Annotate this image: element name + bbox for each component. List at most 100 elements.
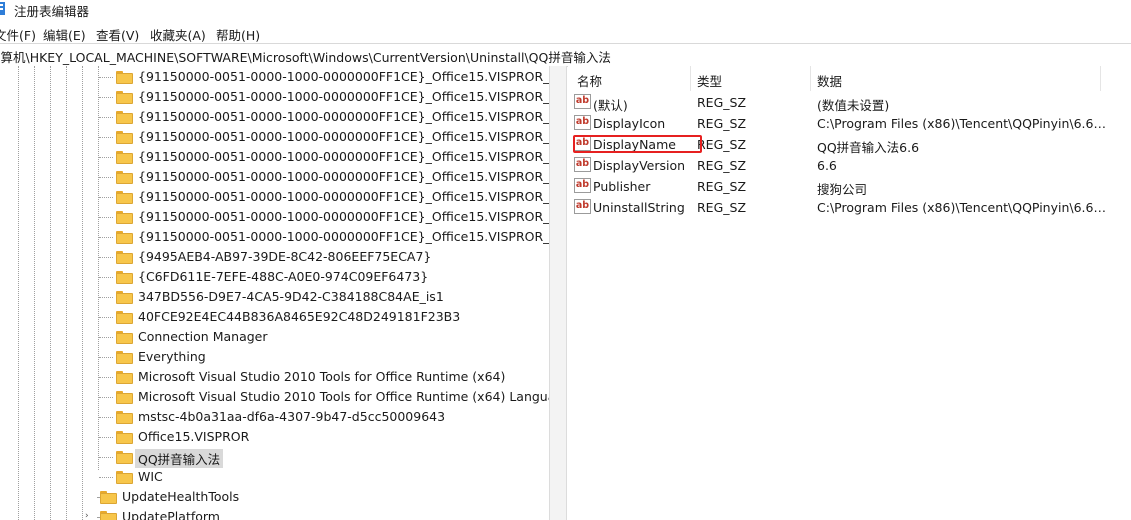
menu-bar: 文件(F) 编辑(E) 查看(V) 收藏夹(A) 帮助(H) [0, 21, 1131, 43]
key-tree[interactable]: {91150000-0051-0000-1000-0000000FF1CE}_O… [0, 66, 549, 520]
tree-item-label: {91150000-0051-0000-1000-0000000FF1CE}_O… [138, 89, 549, 104]
tree-connector [99, 77, 113, 78]
tree-connector [99, 337, 113, 338]
tree-connector [99, 237, 113, 238]
folder-icon [116, 311, 133, 324]
highlight-annotation-box [573, 135, 702, 153]
address-path[interactable]: 计算机\HKEY_LOCAL_MACHINE\SOFTWARE\Microsof… [0, 47, 611, 66]
folder-icon [116, 291, 133, 304]
folder-icon [116, 431, 133, 444]
tree-connector [99, 257, 113, 258]
value-row[interactable]: ab DisplayIcon REG_SZ C:\Program Files (x86… [568, 113, 1131, 134]
tree-guide-line [50, 66, 51, 520]
column-data[interactable]: 数据 [817, 71, 842, 90]
tree-connector [97, 497, 99, 498]
tree-guide-line [82, 66, 83, 520]
value-type: REG_SZ [697, 200, 747, 215]
tree-connector [99, 277, 113, 278]
tree-guide-line [66, 66, 67, 520]
tree-item-label: Connection Manager [138, 329, 268, 344]
tree-guide-line [18, 66, 19, 520]
value-type: REG_SZ [697, 158, 747, 173]
column-separator[interactable] [810, 66, 811, 91]
folder-icon [116, 471, 133, 484]
tree-connector [99, 397, 113, 398]
folder-icon [116, 351, 133, 364]
tree-item-label: {91150000-0051-0000-1000-0000000FF1CE}_O… [138, 169, 549, 184]
value-row[interactable]: ab DisplayVersion REG_SZ 6.6 [568, 155, 1131, 176]
column-separator[interactable] [690, 66, 691, 91]
value-name: UninstallString [593, 200, 685, 215]
tree-item-label: {91150000-0051-0000-1000-0000000FF1CE}_O… [138, 189, 549, 204]
folder-icon [116, 151, 133, 164]
folder-icon [116, 111, 133, 124]
tree-item-label: Office15.VISPROR [138, 429, 250, 444]
expand-chevron-icon[interactable]: › [85, 512, 94, 520]
tree-connector [99, 117, 113, 118]
column-name[interactable]: 名称 [577, 71, 602, 90]
value-data: C:\Program Files (x86)\Tencent\QQPinyin\… [817, 116, 1107, 131]
values-list[interactable]: 名称 类型 数据 ab (默认) REG_SZ (数值未设置) ab DisplayIco… [568, 66, 1131, 520]
menu-edit[interactable]: 编辑(E) [43, 25, 86, 44]
folder-icon [116, 71, 133, 84]
string-value-icon: ab [574, 94, 591, 109]
tree-item-label: UpdateHealthTools [122, 489, 240, 504]
tree-guide-line [34, 66, 35, 520]
folder-icon [116, 411, 133, 424]
value-type: REG_SZ [697, 179, 747, 194]
value-type: REG_SZ [697, 95, 747, 110]
tree-item-label: {91150000-0051-0000-1000-0000000FF1CE}_O… [138, 109, 549, 124]
tree-connector [99, 177, 113, 178]
folder-icon [116, 451, 133, 464]
tree-connector [99, 97, 113, 98]
title-bar: 注册表编辑器 [0, 0, 1131, 21]
tree-item-label: UpdatePlatform [122, 509, 220, 520]
menu-view[interactable]: 查看(V) [96, 25, 139, 44]
menu-favorites[interactable]: 收藏夹(A) [150, 25, 206, 44]
tree-connector [99, 437, 113, 438]
tree-item-label: {91150000-0051-0000-1000-0000000FF1CE}_O… [138, 209, 549, 224]
folder-icon [116, 191, 133, 204]
string-value-icon: ab [574, 178, 591, 193]
pane-splitter[interactable] [549, 66, 567, 520]
string-value-icon: ab [574, 199, 591, 214]
menu-file[interactable]: 文件(F) [0, 25, 36, 44]
tree-connector [99, 357, 113, 358]
folder-icon [116, 371, 133, 384]
tree-item-label: Everything [138, 349, 206, 364]
tree-connector [99, 457, 113, 458]
value-name: (默认) [593, 98, 628, 113]
value-data: QQ拼音输入法6.6 [817, 140, 920, 155]
tree-guide-line [98, 66, 99, 470]
column-separator[interactable] [1100, 66, 1101, 91]
folder-icon [116, 251, 133, 264]
value-row[interactable]: ab (默认) REG_SZ (数值未设置) [568, 92, 1131, 113]
folder-icon [116, 391, 133, 404]
value-type: REG_SZ [697, 116, 747, 131]
value-row[interactable]: ab UninstallString REG_SZ C:\Program Files … [568, 197, 1131, 218]
column-type[interactable]: 类型 [697, 71, 722, 90]
tree-item-label: {C6FD611E-7EFE-488C-A0E0-974C09EF6473} [138, 269, 429, 284]
address-bar[interactable]: 计算机\HKEY_LOCAL_MACHINE\SOFTWARE\Microsof… [0, 43, 1131, 67]
tree-item-label: Microsoft Visual Studio 2010 Tools for O… [138, 369, 506, 384]
tree-item-label: 347BD556-D9E7-4CA5-9D42-C384188C84AE_is1 [138, 289, 444, 304]
tree-item-label: {91150000-0051-0000-1000-0000000FF1CE}_O… [138, 229, 549, 244]
tree-connector [99, 197, 113, 198]
value-data: C:\Program Files (x86)\Tencent\QQPinyin\… [817, 200, 1107, 215]
value-name: Publisher [593, 179, 651, 194]
value-data: 搜狗公司 [817, 182, 868, 197]
value-row[interactable]: ab Publisher REG_SZ 搜狗公司 [568, 176, 1131, 197]
tree-item-label: QQ拼音输入法 [135, 449, 224, 468]
tree-item-label: {9495AEB4-AB97-39DE-8C42-806EEF75ECA7} [138, 249, 432, 264]
folder-icon [116, 331, 133, 344]
tree-item-label: 40FCE92E4EC44B836A8465E92C48D249181F23B3 [138, 309, 461, 324]
value-row[interactable]: ab DisplayName REG_SZ QQ拼音输入法6.6 [568, 134, 1131, 155]
menu-help[interactable]: 帮助(H) [216, 25, 260, 44]
window-title: 注册表编辑器 [14, 4, 90, 19]
folder-icon [116, 231, 133, 244]
folder-icon [116, 211, 133, 224]
tree-connector [97, 517, 99, 518]
tree-connector [99, 477, 113, 478]
string-value-icon: ab [574, 115, 591, 130]
value-data: (数值未设置) [817, 98, 890, 113]
